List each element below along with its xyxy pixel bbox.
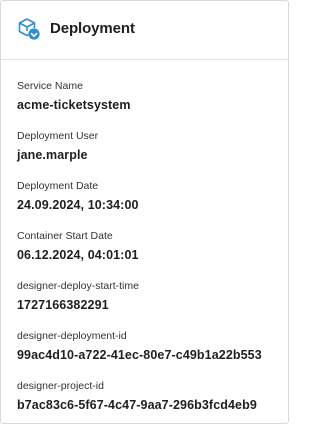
field-value: 06.12.2024, 04:01:01 [17,248,139,262]
field-value: 99ac4d10-a722-41ec-80e7-c49b1a22b553 [17,348,262,362]
field-value: b7ac83c6-5f67-4c47-9aa7-296b3fcd4eb9 [17,398,257,412]
field-deployment-user: Deployment User jane.marple [17,130,282,163]
field-label: designer-deploy-start-time [17,280,139,292]
panel-header: Deployment [1,1,288,60]
field-deployment-date: Deployment Date 24.09.2024, 10:34:00 [17,180,282,213]
field-value: 24.09.2024, 10:34:00 [17,198,139,212]
field-value: acme-ticketsystem [17,98,131,112]
panel-title: Deployment [50,20,135,37]
field-container-start-date: Container Start Date 06.12.2024, 04:01:0… [17,230,282,263]
field-label: Container Start Date [17,230,113,242]
field-service-name: Service Name acme-ticketsystem [17,80,282,113]
field-designer-deploy-start-time: designer-deploy-start-time 1727166382291 [17,280,282,313]
field-designer-deployment-id: designer-deployment-id 99ac4d10-a722-41e… [17,330,282,363]
field-value: 1727166382291 [17,298,109,312]
field-label: designer-project-id [17,380,104,392]
deployment-cube-icon [17,17,41,41]
field-label: Service Name [17,80,83,92]
field-designer-project-id: designer-project-id b7ac83c6-5f67-4c47-9… [17,380,282,413]
field-label: Deployment User [17,130,99,142]
field-value: jane.marple [17,148,88,162]
deployment-panel: Deployment Service Name acme-ticketsyste… [0,0,289,424]
field-label: Deployment Date [17,180,99,192]
field-label: designer-deployment-id [17,330,127,342]
